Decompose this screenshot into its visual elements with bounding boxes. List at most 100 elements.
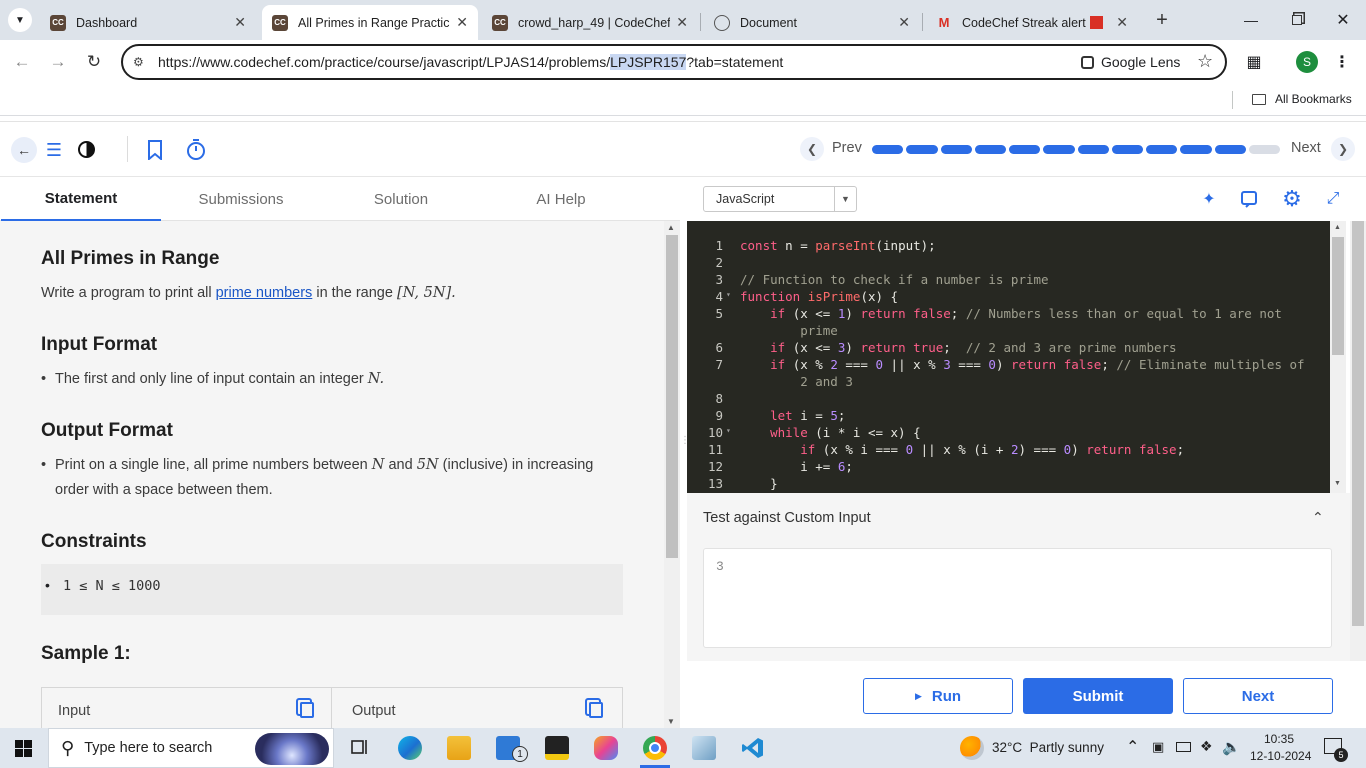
dark-mode-icon[interactable]	[78, 141, 95, 158]
progress-segment[interactable]	[906, 145, 938, 154]
file-explorer-icon[interactable]	[447, 736, 471, 760]
minimize-button[interactable]: —	[1228, 0, 1274, 40]
reload-button[interactable]: ↻	[82, 50, 106, 74]
progress-segment[interactable]	[1077, 145, 1109, 154]
star-icon[interactable]: ☆	[1197, 51, 1213, 72]
code-line[interactable]: i += 6;	[740, 459, 853, 474]
edge-icon[interactable]	[398, 736, 422, 760]
code-line[interactable]: function isPrime(x) {	[740, 289, 898, 304]
volume-icon[interactable]: 🔈	[1222, 738, 1241, 756]
close-icon[interactable]: ✕	[1116, 14, 1128, 31]
custom-input-field[interactable]: 3	[703, 548, 1332, 648]
meet-now-icon[interactable]: ▣	[1152, 739, 1164, 755]
close-window-button[interactable]: ✕	[1320, 0, 1366, 40]
tab-search-button[interactable]: ▼	[8, 8, 32, 32]
more-menu-icon[interactable]: ⋮	[1332, 50, 1352, 74]
scroll-thumb[interactable]	[1352, 221, 1364, 626]
close-icon[interactable]: ✕	[676, 14, 688, 31]
site-settings-icon[interactable]: ⚙	[133, 55, 144, 69]
scroll-down-icon[interactable]: ▼	[667, 717, 675, 726]
address-bar[interactable]: ⚙ https://www.codechef.com/practice/cour…	[121, 44, 1227, 80]
code-line[interactable]: 2 and 3	[740, 374, 853, 389]
scroll-down-icon[interactable]: ▼	[1334, 480, 1341, 487]
back-arrow-button[interactable]: ←	[11, 137, 37, 163]
code-line[interactable]: }	[740, 476, 778, 491]
gear-icon[interactable]: ⚙	[1279, 186, 1305, 212]
tab-ai-help[interactable]: AI Help	[481, 177, 641, 221]
right-pane-scrollbar[interactable]	[1350, 221, 1366, 661]
progress-segment[interactable]	[974, 145, 1006, 154]
copilot-icon[interactable]	[594, 736, 618, 760]
copy-icon[interactable]	[589, 702, 603, 718]
code-line[interactable]: while (i * i <= x) {	[740, 425, 921, 440]
fullscreen-icon[interactable]: ⤢	[1321, 187, 1345, 211]
progress-segment[interactable]	[1248, 145, 1280, 154]
new-tab-button[interactable]: +	[1150, 8, 1174, 32]
weather-icon[interactable]	[960, 736, 984, 760]
tab-statement[interactable]: Statement	[1, 177, 161, 221]
fold-chevron-icon[interactable]: ▾	[726, 426, 731, 435]
code-line[interactable]: if (x <= 3) return true; // 2 and 3 are …	[740, 340, 1176, 355]
copy-icon[interactable]	[300, 702, 314, 718]
close-icon[interactable]: ✕	[456, 14, 468, 31]
progress-segment[interactable]	[872, 145, 904, 154]
tab-solution[interactable]: Solution	[321, 177, 481, 221]
scroll-thumb[interactable]	[666, 235, 678, 558]
prime-numbers-link[interactable]: prime numbers	[216, 285, 313, 301]
task-view-icon[interactable]	[349, 736, 373, 760]
next-chevron-icon[interactable]: ❯	[1331, 137, 1355, 161]
weather-text[interactable]: 32°C Partly sunny	[992, 740, 1104, 755]
forward-button[interactable]: →	[46, 50, 70, 74]
magic-wand-icon[interactable]: ✦	[1197, 187, 1221, 211]
chevron-up-icon[interactable]: ⌃	[1312, 509, 1324, 526]
list-icon[interactable]: ☰	[41, 137, 67, 163]
scroll-up-icon[interactable]: ▲	[1334, 224, 1341, 231]
sticky-notes-icon[interactable]	[545, 736, 569, 760]
progress-segment[interactable]	[1009, 145, 1041, 154]
scroll-up-icon[interactable]: ▲	[667, 223, 675, 232]
code-line[interactable]: // Function to check if a number is prim…	[740, 272, 1049, 287]
progress-segment[interactable]	[1180, 145, 1212, 154]
close-icon[interactable]: ✕	[234, 14, 246, 31]
chevron-up-icon[interactable]: ⌃	[1126, 737, 1139, 757]
prev-button[interactable]: Prev	[832, 140, 862, 156]
language-select[interactable]: JavaScript ▼	[703, 186, 857, 212]
reset-code-icon[interactable]	[1237, 187, 1261, 211]
next-link[interactable]: Next	[1291, 140, 1321, 156]
pane-resize-handle[interactable]: ⋮	[680, 436, 690, 468]
vscode-icon[interactable]	[741, 736, 765, 760]
submit-button[interactable]: Submit	[1023, 678, 1173, 714]
restore-button[interactable]	[1274, 0, 1320, 40]
taskbar-search-box[interactable]: ⚲ Type here to search	[48, 728, 334, 768]
wifi-icon[interactable]: ❖	[1200, 738, 1213, 755]
clock-date[interactable]: 12-10-2024	[1250, 749, 1311, 763]
statement-scrollbar[interactable]: ▲ ▼	[664, 221, 680, 729]
code-line[interactable]: prime	[740, 323, 838, 338]
run-button[interactable]: ▶ Run	[863, 678, 1013, 714]
progress-segment[interactable]	[1214, 145, 1246, 154]
back-button[interactable]: ←	[10, 50, 34, 74]
browser-tab-document[interactable]: Document ✕	[704, 5, 920, 40]
all-bookmarks-button[interactable]: All Bookmarks	[1252, 92, 1352, 106]
browser-tab-crowd-harp[interactable]: CC crowd_harp_49 | CodeChef U ✕	[482, 5, 698, 40]
app-icon[interactable]	[692, 736, 716, 760]
progress-segment[interactable]	[940, 145, 972, 154]
clock-time[interactable]: 10:35	[1264, 732, 1294, 746]
google-lens-button[interactable]: Google Lens	[1081, 54, 1180, 70]
tab-submissions[interactable]: Submissions	[161, 177, 321, 221]
extensions-icon[interactable]: ▦	[1242, 50, 1266, 74]
code-line[interactable]: const n = parseInt(input);	[740, 238, 936, 253]
fold-chevron-icon[interactable]: ▾	[726, 290, 731, 299]
timer-icon[interactable]	[185, 137, 207, 163]
battery-icon[interactable]	[1176, 742, 1191, 752]
browser-tab-dashboard[interactable]: CC Dashboard ✕	[40, 5, 256, 40]
progress-segment[interactable]	[1146, 145, 1178, 154]
browser-tab-all-primes[interactable]: CC All Primes in Range Practice ✕	[262, 5, 478, 40]
progress-segment[interactable]	[1111, 145, 1143, 154]
browser-tab-gmail[interactable]: M CodeChef Streak alert ✕	[926, 5, 1138, 40]
chrome-icon[interactable]	[643, 736, 667, 760]
code-line[interactable]: if (x % i === 0 || x % (i + 2) === 0) re…	[740, 442, 1184, 457]
code-line[interactable]: if (x % 2 === 0 || x % 3 === 0) return f…	[740, 357, 1304, 372]
close-icon[interactable]: ✕	[898, 14, 910, 31]
progress-segment[interactable]	[1043, 145, 1075, 154]
